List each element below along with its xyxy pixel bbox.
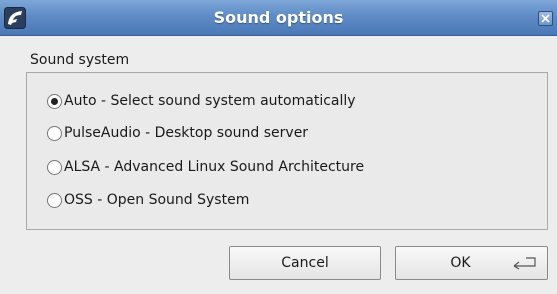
radio-option-alsa[interactable]: ALSA - Advanced Linux Sound Architecture: [47, 157, 364, 177]
radio-label: Auto - Select sound system automatically: [64, 93, 356, 109]
radio-label: OSS - Open Sound System: [64, 192, 250, 208]
cancel-button-label: Cancel: [281, 255, 329, 271]
cancel-button[interactable]: Cancel: [229, 246, 381, 280]
radio-button[interactable]: [47, 93, 62, 109]
radio-label: ALSA - Advanced Linux Sound Architecture: [64, 159, 365, 175]
sound-system-group-label: Sound system: [30, 52, 130, 68]
radio-button[interactable]: [47, 192, 62, 208]
radio-button[interactable]: [47, 125, 62, 141]
close-icon: [541, 14, 550, 23]
window-title: Sound options: [213, 8, 344, 27]
close-button[interactable]: [538, 11, 553, 26]
radio-button[interactable]: [47, 159, 62, 175]
ok-button-label: OK: [450, 255, 471, 271]
radio-label: PulseAudio - Desktop sound server: [64, 125, 309, 141]
radio-option-auto[interactable]: Auto - Select sound system automatically: [47, 91, 356, 111]
radio-option-pulseaudio[interactable]: PulseAudio - Desktop sound server: [47, 123, 308, 143]
ok-button[interactable]: OK: [395, 246, 548, 280]
enter-key-icon: [513, 257, 536, 270]
title-bar[interactable]: Sound options: [0, 0, 557, 36]
radio-option-oss[interactable]: OSS - Open Sound System: [47, 190, 249, 210]
